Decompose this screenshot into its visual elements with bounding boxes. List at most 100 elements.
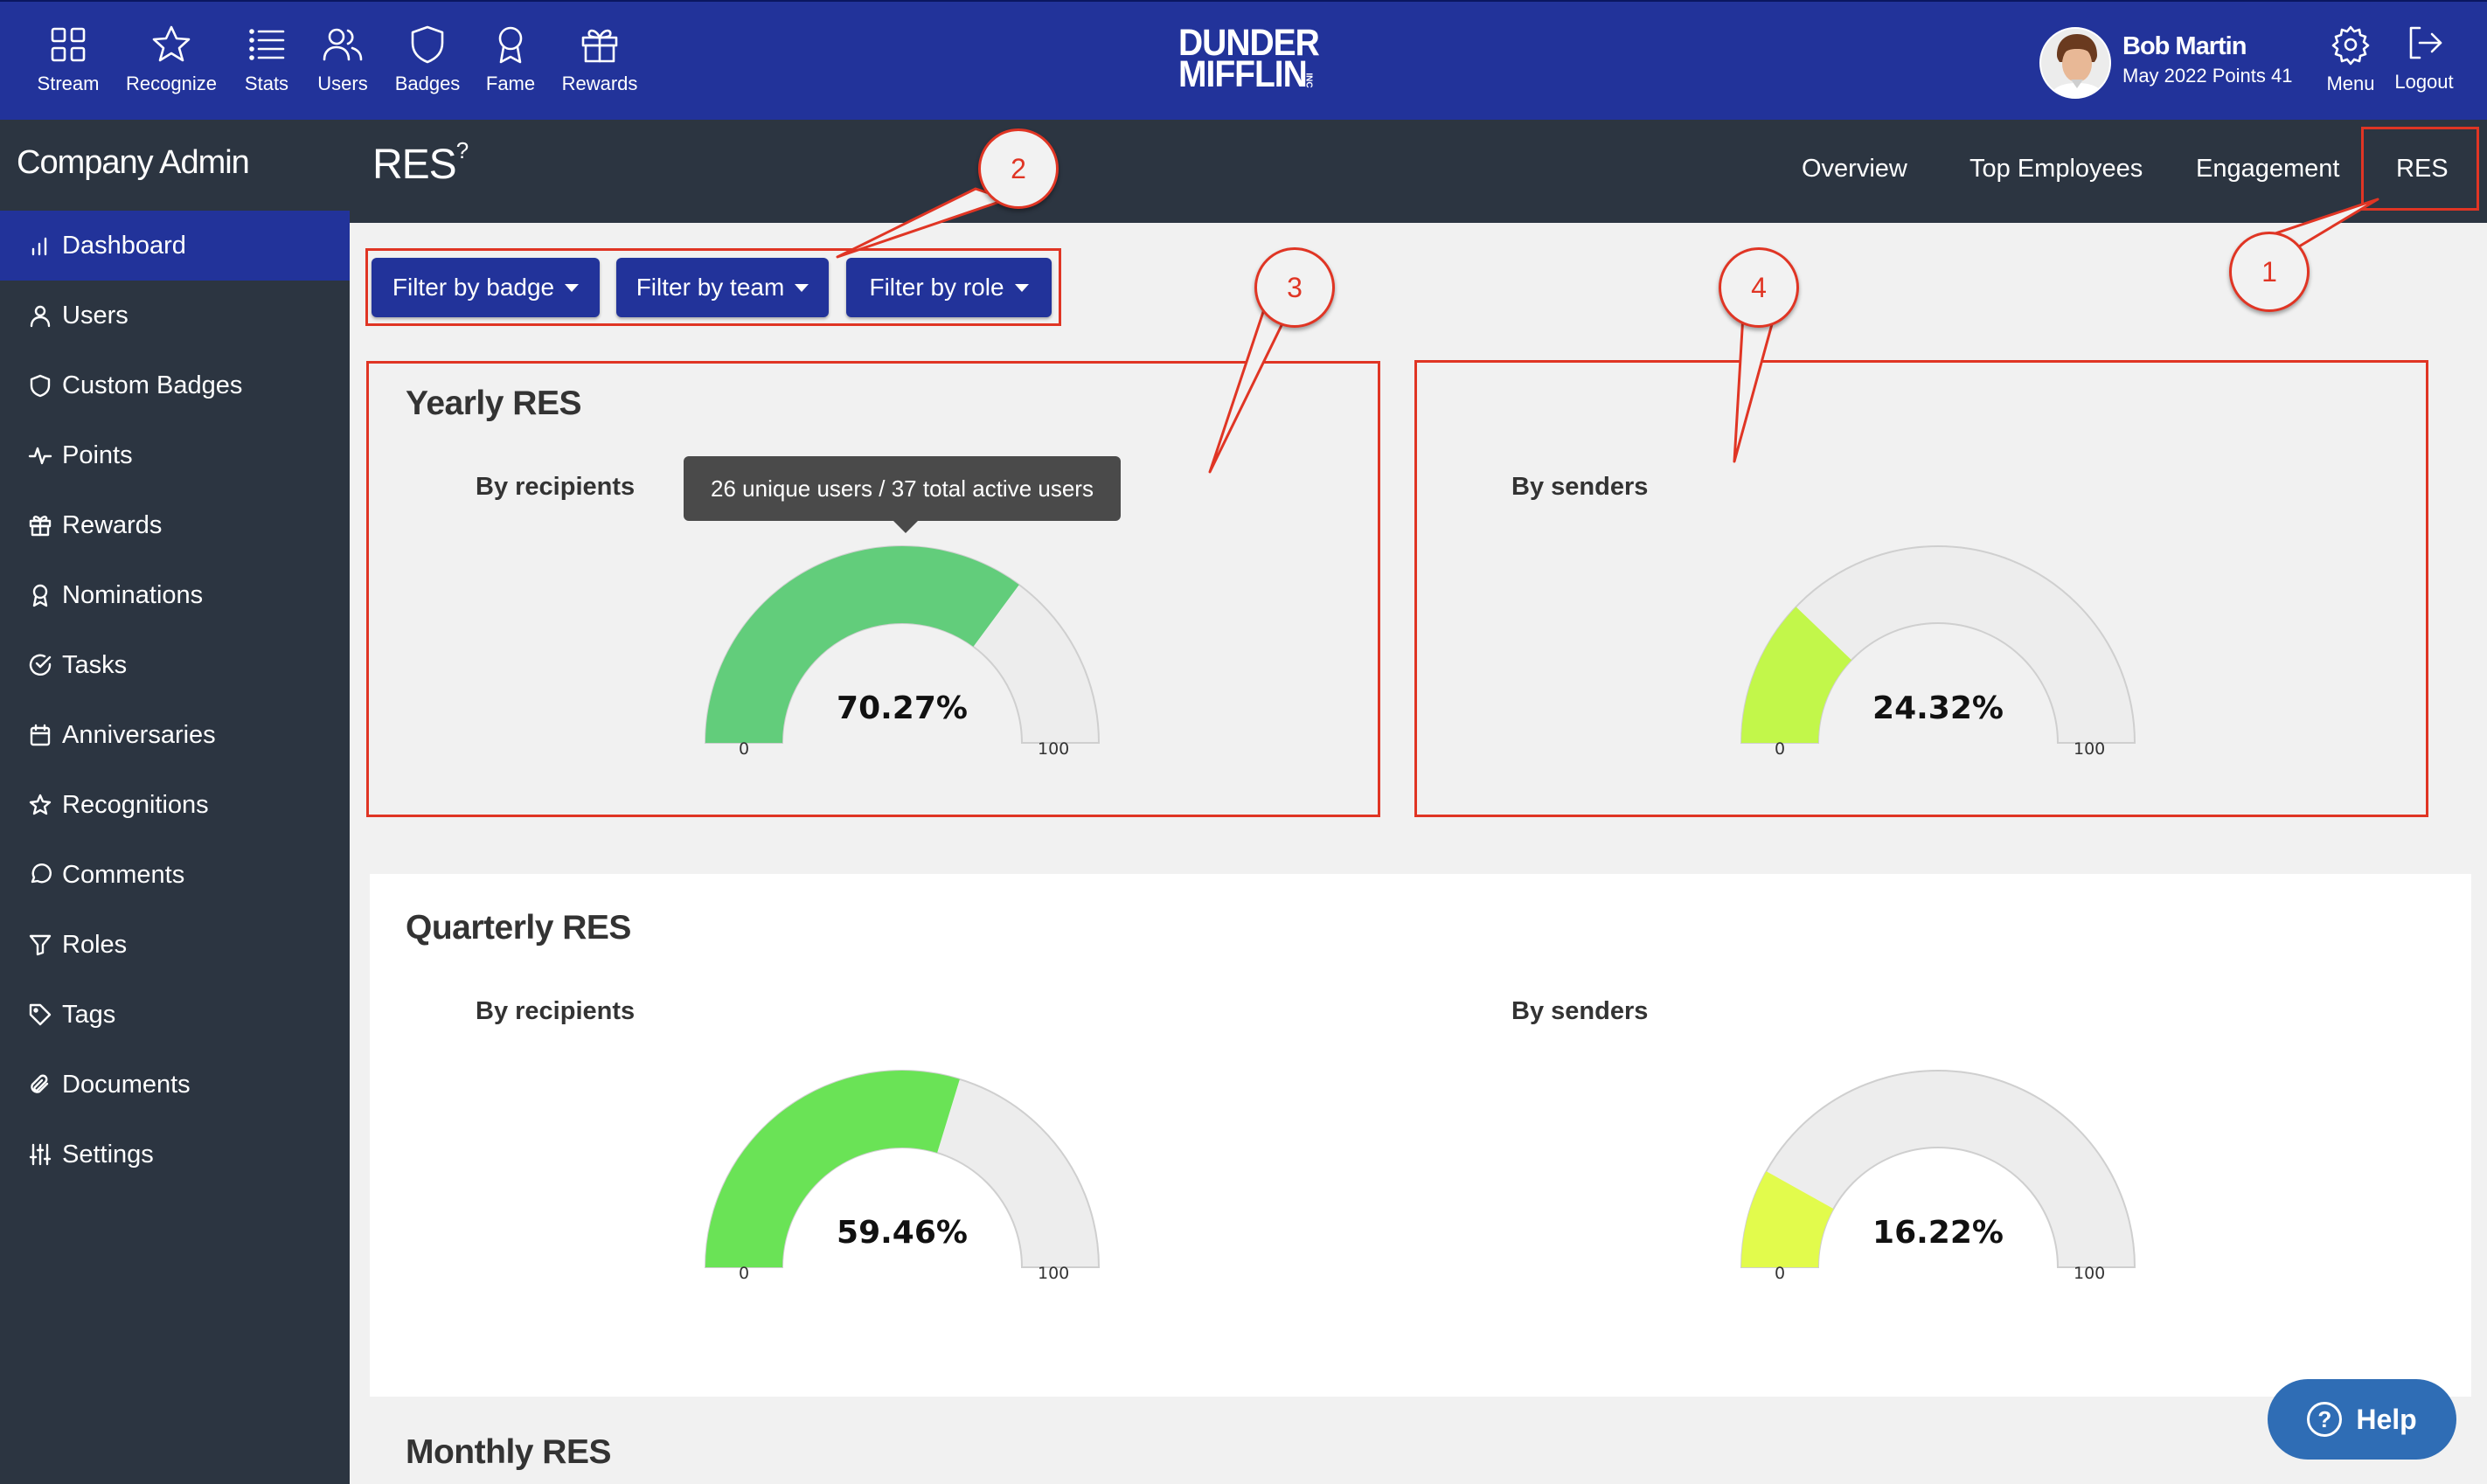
activity-icon	[28, 447, 52, 465]
sidebar-item-label: Settings	[62, 1140, 154, 1168]
logout-label: Logout	[2394, 71, 2454, 93]
paperclip-icon	[31, 1074, 49, 1093]
filter-icon	[29, 934, 52, 956]
gear-icon	[2331, 25, 2370, 66]
logo-line-2: MIFFLIN	[1178, 53, 1308, 96]
top-navigation-bar: Stream Recognize Stats Users Badges Fame…	[0, 0, 2487, 120]
sidebar-item-label: Custom Badges	[62, 371, 243, 399]
callout-1: 1	[2229, 232, 2310, 312]
shield-icon	[30, 374, 51, 398]
sidebar-item-documents[interactable]: Documents	[0, 1050, 350, 1120]
shield-icon	[411, 25, 444, 64]
sidebar-item-nominations[interactable]: Nominations	[0, 560, 350, 630]
nav-recognize[interactable]: Recognize	[123, 23, 219, 95]
sidebar-item-label: Nominations	[62, 580, 204, 609]
sidebar-item-label: Documents	[62, 1070, 191, 1099]
comment-icon	[31, 863, 52, 884]
callout-3: 3	[1254, 247, 1335, 328]
sidebar-title: Company Admin	[17, 144, 250, 181]
calendar-icon	[30, 724, 51, 746]
ribbon-icon	[498, 26, 523, 64]
ribbon-icon	[32, 584, 48, 607]
user-points: May 2022 Points 41	[2122, 65, 2293, 87]
sidebar-item-label: Rewards	[62, 510, 163, 539]
nav-rewards[interactable]: Rewards	[552, 23, 648, 95]
logo-inc: INC	[1303, 73, 1314, 88]
nav-stream[interactable]: Stream	[20, 23, 116, 95]
help-button[interactable]: ? Help	[2268, 1379, 2456, 1460]
sidebar-item-label: Recognitions	[62, 790, 209, 819]
sidebar-item-recognitions[interactable]: Recognitions	[0, 770, 350, 840]
quarterly-panel	[370, 874, 2471, 1397]
annotation-box-res-tab	[2361, 127, 2479, 211]
star-icon	[152, 25, 191, 62]
gauge-min-label: 0	[1775, 1264, 1786, 1283]
nav-badges[interactable]: Badges	[379, 23, 476, 95]
gift-icon	[581, 29, 618, 63]
nav-fame[interactable]: Fame	[462, 23, 559, 95]
sidebar-item-label: Roles	[62, 930, 128, 959]
bar-chart-icon	[31, 237, 47, 256]
sidebar-item-tags[interactable]: Tags	[0, 980, 350, 1050]
annotation-box-filters	[365, 248, 1061, 326]
sidebar-item-points[interactable]: Points	[0, 420, 350, 490]
logout-icon	[2409, 26, 2442, 59]
users-icon	[323, 28, 363, 61]
annotation-box-yearly-senders	[1414, 360, 2428, 817]
nav-recognize-label: Recognize	[126, 73, 217, 94]
sidebar-item-settings[interactable]: Settings	[0, 1120, 350, 1189]
user-icon	[30, 305, 51, 328]
sidebar-item-label: Tags	[62, 1000, 116, 1029]
sidebar-item-comments[interactable]: Comments	[0, 840, 350, 910]
gauge-value: 59.46%	[837, 1215, 968, 1251]
sidebar-item-label: Anniversaries	[62, 720, 216, 749]
callout-4: 4	[1719, 247, 1799, 328]
gauge-title-quarterly-recipients: By recipients	[476, 997, 636, 1025]
nav-badges-label: Badges	[394, 73, 461, 94]
list-icon	[249, 29, 285, 60]
sidebar-item-dashboard[interactable]: Dashboard	[0, 211, 350, 281]
sidebar-item-roles[interactable]: Roles	[0, 910, 350, 980]
gauge-max-label: 100	[1038, 1264, 1070, 1283]
tag-icon	[29, 1003, 52, 1026]
sidebar-item-tasks[interactable]: Tasks	[0, 630, 350, 700]
star-icon	[29, 794, 52, 815]
gauge-quarterly-senders[interactable]: 16.22% 0 100	[1733, 1066, 2143, 1293]
sidebar-item-label: Tasks	[62, 650, 128, 679]
admin-sidebar: Company Admin Dashboard Users Custom Bad…	[0, 120, 350, 1484]
sidebar-item-label: Comments	[62, 860, 185, 889]
gauge-min-label: 0	[739, 1264, 750, 1283]
nav-stats-label: Stats	[244, 73, 289, 94]
gift-icon	[29, 516, 52, 537]
page-header: RES? Overview Top Employees Engagement R…	[350, 120, 2487, 223]
gauge-title-quarterly-senders: By senders	[1511, 997, 1649, 1025]
nav-rewards-label: Rewards	[561, 73, 638, 94]
question-icon: ?	[2307, 1402, 2343, 1437]
user-name[interactable]: Bob Martin	[2122, 32, 2247, 61]
nav-stream-label: Stream	[37, 73, 100, 94]
sidebar-item-label: Dashboard	[62, 231, 186, 260]
sidebar-item-custom-badges[interactable]: Custom Badges	[0, 350, 350, 420]
tab-engagement[interactable]: Engagement	[2196, 155, 2339, 184]
dunder-mifflin-logo[interactable]: DUNDER MIFFLIN INC	[1178, 24, 1320, 98]
sidebar-item-label: Points	[62, 440, 133, 469]
nav-users-label: Users	[317, 73, 368, 94]
gauge-value: 16.22%	[1872, 1215, 2004, 1251]
sidebar-item-users[interactable]: Users	[0, 281, 350, 350]
logout-button[interactable]: Logout	[2379, 21, 2470, 94]
tab-overview[interactable]: Overview	[1802, 155, 1907, 184]
section-title-monthly: Monthly RES	[406, 1433, 612, 1471]
nav-users[interactable]: Users	[295, 23, 391, 95]
annotation-box-yearly-recipients	[366, 361, 1380, 817]
sidebar-item-anniversaries[interactable]: Anniversaries	[0, 700, 350, 770]
callout-2: 2	[978, 128, 1059, 209]
help-label: Help	[2356, 1403, 2417, 1435]
nav-fame-label: Fame	[485, 73, 536, 94]
check-circle-icon	[29, 654, 52, 676]
page-title-help[interactable]: ?	[456, 137, 469, 163]
gauge-quarterly-recipients[interactable]: 59.46% 0 100	[697, 1066, 1108, 1293]
menu-label: Menu	[2326, 73, 2375, 94]
tab-top-employees[interactable]: Top Employees	[1969, 155, 2143, 184]
avatar[interactable]	[2039, 27, 2111, 99]
sidebar-item-rewards[interactable]: Rewards	[0, 490, 350, 560]
